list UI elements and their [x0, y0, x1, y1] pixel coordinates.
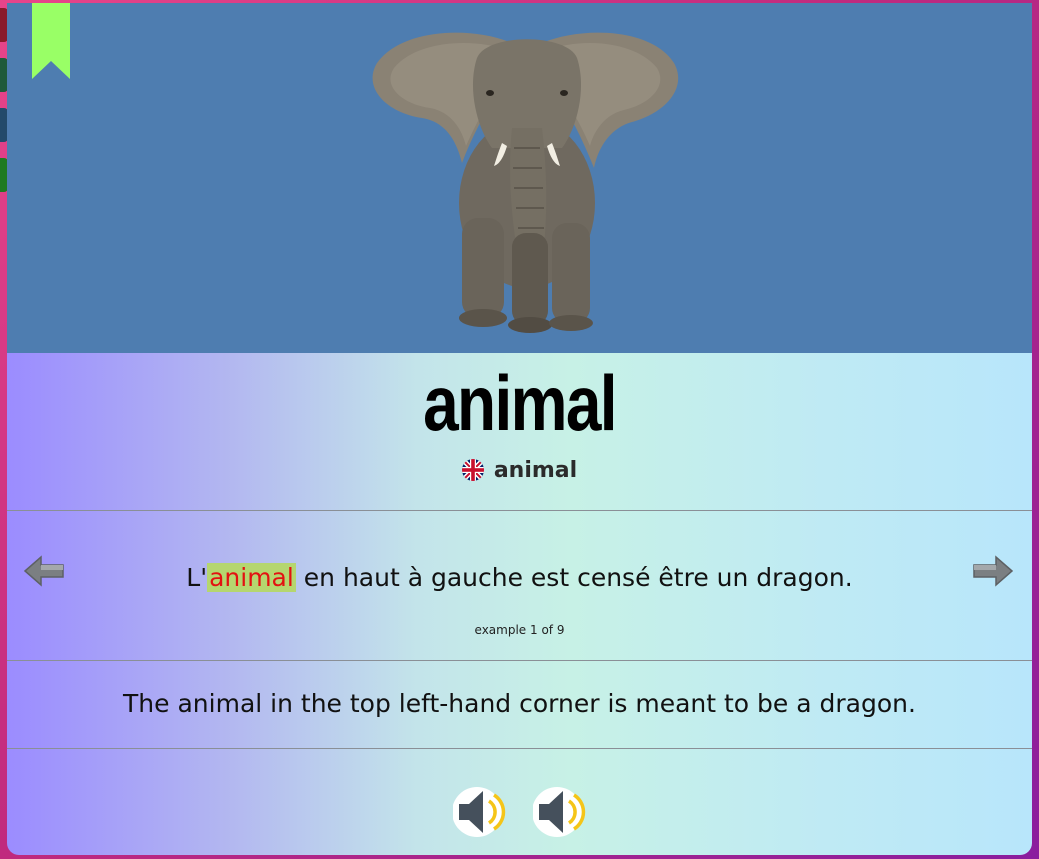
speaker-icon[interactable] [452, 785, 507, 839]
elephant-image [372, 32, 679, 333]
image-panel [7, 3, 1032, 353]
speaker-icon[interactable] [532, 785, 587, 839]
english-sentence: The animal in the top left-hand corner i… [123, 689, 916, 718]
example-after: en haut à gauche est censé être un drago… [295, 563, 853, 592]
divider-bottom [7, 748, 1032, 749]
example-before: L' [186, 563, 208, 592]
divider-middle [7, 660, 1032, 661]
translation-text: animal [493, 457, 578, 483]
uk-flag-icon [461, 459, 484, 481]
flashcard: animal animal L'animal en haut à gauche … [7, 3, 1032, 855]
example-highlight: animal [207, 563, 296, 592]
divider-top [7, 510, 1032, 511]
example-sentence: L'animal en haut à gauche est censé être… [7, 563, 1032, 592]
arrow-right-icon[interactable] [970, 554, 1014, 588]
example-counter: example 1 of 9 [474, 623, 565, 637]
flashcard-word: animal [423, 359, 617, 447]
audio-controls [7, 785, 1032, 839]
bookmark-icon[interactable] [32, 3, 70, 79]
translation-row: animal [7, 455, 1032, 485]
